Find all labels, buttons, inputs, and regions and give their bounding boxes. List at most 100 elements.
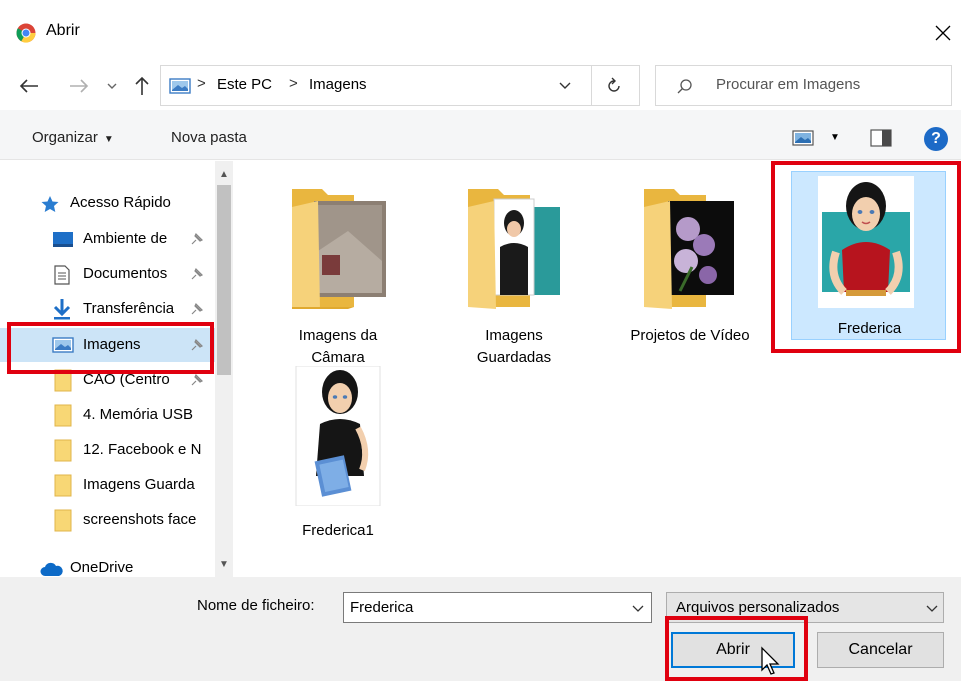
sidebar-item-label: 4. Memória USB — [83, 406, 194, 423]
filetype-value: Arquivos personalizados — [676, 599, 840, 616]
search-box[interactable]: Procurar em Imagens — [655, 65, 952, 106]
folder-thumbnail — [644, 189, 734, 309]
folder-icon — [54, 404, 72, 427]
file-name: Frederica1 — [258, 520, 418, 542]
sidebar-item-label: Documentos — [83, 265, 168, 282]
preview-pane-icon[interactable] — [870, 129, 892, 147]
breadcrumb-separator: > — [197, 75, 206, 92]
recent-locations-chevron-icon[interactable] — [104, 74, 120, 98]
navigation-pane: Acesso Rápido Ambiente de Documentos Tra… — [0, 161, 240, 577]
close-icon — [935, 25, 951, 41]
sidebar-item-label: screenshots face — [83, 511, 197, 528]
sidebar-item-facebook[interactable]: 12. Facebook e N — [0, 433, 218, 467]
title-bar: Abrir — [0, 0, 961, 60]
up-arrow-icon[interactable] — [130, 73, 154, 99]
image-thumbnail — [818, 176, 914, 308]
file-item-camera-roll[interactable]: Imagens da Câmara — [258, 171, 418, 366]
onedrive-icon — [40, 562, 63, 576]
file-name: Projetos de Vídeo — [610, 325, 770, 347]
folder-icon — [54, 439, 72, 462]
help-button[interactable]: ? — [924, 127, 948, 151]
sidebar-item-label: OneDrive — [70, 559, 134, 576]
filetype-select[interactable]: Arquivos personalizados — [666, 592, 944, 623]
sidebar-item-label: Ambiente de — [83, 230, 168, 247]
pin-icon — [191, 302, 204, 315]
scroll-down-icon[interactable]: ▼ — [215, 555, 233, 573]
file-item-saved-pictures[interactable]: Imagens Guardadas — [434, 171, 594, 366]
breadcrumb-pictures[interactable]: Imagens — [309, 76, 367, 93]
navigation-bar: > Este PC > Imagens Procurar em Imagens — [0, 60, 961, 110]
sidebar-item-label: CAO (Centro — [83, 371, 170, 388]
back-arrow-icon[interactable] — [16, 74, 42, 98]
address-bar[interactable]: > Este PC > Imagens — [160, 65, 640, 106]
sidebar-item-label: Imagens — [83, 336, 141, 353]
dialog-footer: Nome de ficheiro: Frederica Arquivos per… — [0, 577, 961, 681]
folder-thumbnail — [468, 189, 560, 309]
folder-thumbnail — [292, 189, 386, 309]
file-name-line: Guardadas — [476, 349, 552, 366]
view-caret-icon[interactable]: ▼ — [830, 132, 840, 143]
sidebar-item-quick-access[interactable]: Acesso Rápido — [0, 186, 218, 220]
pin-icon — [191, 338, 204, 351]
sidebar-scrollbar[interactable]: ▲ ▼ — [215, 161, 233, 577]
file-name-line: Frederica — [837, 320, 902, 337]
organize-label: Organizar — [32, 129, 98, 146]
folder-icon — [54, 509, 72, 532]
file-item-frederica[interactable]: Frederica — [791, 171, 946, 340]
file-name: Imagens Guardadas — [434, 325, 594, 369]
sidebar-item-desktop[interactable]: Ambiente de — [0, 222, 218, 256]
breadcrumb-this-pc[interactable]: Este PC — [217, 76, 272, 93]
file-name-line: Frederica1 — [302, 522, 374, 539]
file-item-video-projects[interactable]: Projetos de Vídeo — [610, 171, 770, 361]
pin-icon — [191, 232, 204, 245]
breadcrumb-separator: > — [289, 75, 298, 92]
pictures-icon — [52, 337, 74, 353]
image-thumbnail — [295, 366, 381, 506]
file-name: Frederica — [792, 318, 947, 340]
mouse-cursor-icon — [761, 646, 780, 675]
sidebar-item-cao[interactable]: CAO (Centro — [0, 363, 218, 397]
sidebar-item-label: Transferência — [83, 300, 175, 317]
folder-icon — [54, 474, 72, 497]
command-toolbar: Organizar ▼ Nova pasta ▼ ? — [0, 110, 961, 160]
sidebar-item-label: Imagens Guarda — [83, 476, 195, 493]
filename-label: Nome de ficheiro: — [197, 597, 315, 614]
new-folder-button[interactable]: Nova pasta — [171, 129, 247, 146]
view-options-icon[interactable] — [792, 130, 814, 146]
file-item-frederica1[interactable]: Frederica1 — [258, 366, 418, 539]
chevron-down-icon[interactable] — [631, 599, 645, 617]
chrome-icon — [16, 23, 36, 43]
refresh-button[interactable] — [601, 74, 627, 98]
address-divider — [591, 66, 592, 105]
pin-icon — [191, 267, 204, 280]
sidebar-item-downloads[interactable]: Transferência — [0, 292, 218, 326]
filename-value: Frederica — [350, 599, 414, 616]
cancel-button[interactable]: Cancelar — [817, 632, 944, 668]
file-name-line: Imagens da — [298, 327, 378, 344]
sidebar-item-pictures[interactable]: Imagens — [0, 328, 218, 362]
scroll-up-icon[interactable]: ▲ — [215, 165, 233, 183]
chevron-down-icon — [559, 82, 571, 89]
search-icon — [677, 79, 692, 94]
refresh-icon — [608, 77, 620, 92]
organize-button[interactable]: Organizar ▼ — [32, 129, 114, 146]
desktop-icon — [53, 232, 73, 247]
pin-icon — [191, 373, 204, 386]
sidebar-item-documents[interactable]: Documentos — [0, 257, 218, 291]
window-title: Abrir — [46, 22, 80, 39]
filename-input[interactable]: Frederica — [343, 592, 652, 623]
sidebar-item-saved-pictures[interactable]: Imagens Guarda — [0, 468, 218, 502]
close-button[interactable] — [926, 16, 960, 50]
download-icon — [53, 299, 71, 320]
sidebar-item-usb-memory[interactable]: 4. Memória USB — [0, 398, 218, 432]
forward-arrow-icon[interactable] — [66, 74, 92, 98]
pictures-icon — [169, 78, 191, 94]
scrollbar-thumb[interactable] — [217, 185, 231, 375]
file-name: Imagens da Câmara — [258, 325, 418, 369]
address-dropdown-button[interactable] — [553, 74, 577, 98]
sidebar-item-label: 12. Facebook e N — [83, 441, 202, 458]
chevron-down-icon — [926, 605, 938, 612]
sidebar-item-screenshots[interactable]: screenshots face — [0, 503, 218, 537]
file-name-line: Imagens — [485, 327, 543, 344]
file-list: Imagens da Câmara Imagens Guardadas Proj… — [240, 161, 961, 577]
